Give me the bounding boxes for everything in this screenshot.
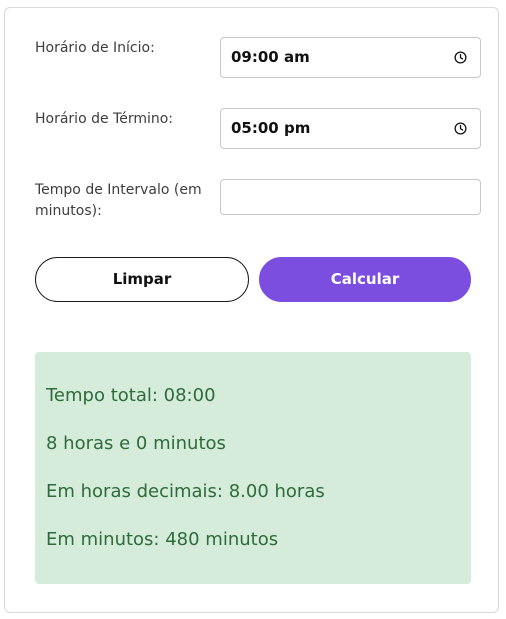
start-time-value: 09:00 am [231, 48, 310, 66]
end-time-label: Horário de Término: [35, 111, 174, 127]
clock-icon[interactable] [454, 51, 467, 64]
clock-icon[interactable] [454, 122, 467, 135]
clear-button[interactable]: Limpar [35, 257, 249, 302]
end-time-value: 05:00 pm [231, 119, 311, 137]
total-time-text: Tempo total: 08:00 [46, 385, 216, 406]
result-panel: Tempo total: 08:00 8 horas e 0 minutos E… [35, 352, 471, 584]
start-time-input[interactable]: 09:00 am [220, 37, 481, 78]
break-time-input[interactable] [220, 179, 481, 215]
calculate-button[interactable]: Calcular [259, 257, 471, 302]
start-time-label: Horário de Início: [35, 40, 155, 56]
break-time-label: Tempo de Intervalo (em minutos): [35, 182, 202, 219]
minutes-text: Em minutos: 480 minutos [46, 529, 279, 550]
decimal-hours-text: Em horas decimais: 8.00 horas [46, 481, 325, 502]
hours-minutes-text: 8 horas e 0 minutos [46, 433, 226, 454]
end-time-input[interactable]: 05:00 pm [220, 108, 481, 149]
